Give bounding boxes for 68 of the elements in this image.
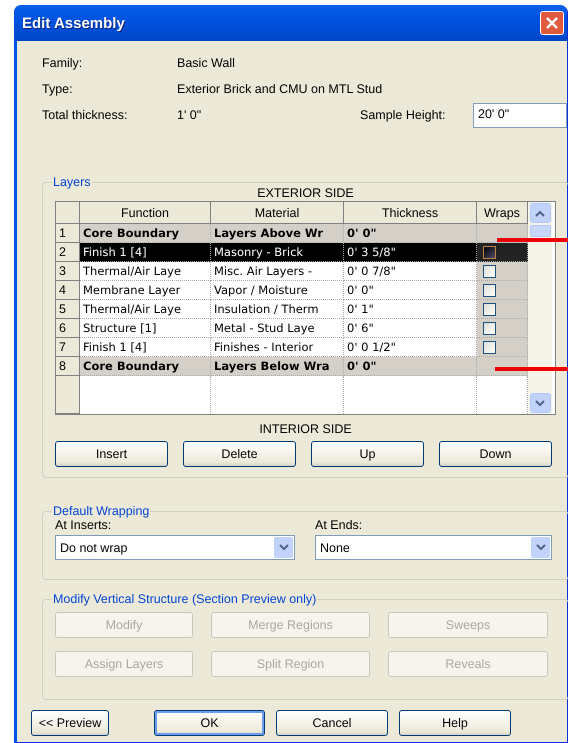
table-cell: Layers Above Wr	[211, 224, 344, 243]
dropdown-label: At Ends:	[315, 518, 364, 532]
row-header[interactable]	[56, 376, 80, 414]
wraps-checkbox[interactable]	[483, 246, 496, 258]
layer-button[interactable]: Delete	[183, 441, 296, 467]
dialog-button[interactable]: << Preview	[31, 710, 109, 736]
interior-side-caption: INTERIOR SIDE	[258, 422, 353, 436]
table-cell: Core Boundary	[80, 224, 211, 243]
column-header: Wraps	[477, 202, 528, 224]
row-number[interactable]: 8	[56, 357, 80, 376]
close-icon	[545, 16, 559, 30]
wraps-checkbox[interactable]	[483, 284, 496, 296]
table-cell: Thermal/Air Laye	[80, 300, 211, 319]
table-cell: Misc. Air Layers -	[211, 262, 344, 281]
row-number[interactable]: 5	[56, 300, 80, 319]
dropdown-value: None	[320, 540, 350, 554]
layer-button[interactable]: Down	[439, 441, 552, 467]
table-cell: Insulation / Therm	[211, 300, 344, 319]
table-cell: Core Boundary	[80, 357, 211, 376]
table-cell: 0' 0"	[344, 224, 477, 243]
property-label: Family:	[42, 56, 84, 70]
wraps-checkbox[interactable]	[483, 322, 496, 334]
wraps-checkbox[interactable]	[483, 264, 496, 278]
dialog-button[interactable]: Cancel	[276, 710, 388, 736]
scroll-thumb[interactable]	[530, 225, 550, 237]
property-value: Exterior Brick and CMU on MTL Stud	[177, 82, 384, 96]
table-cell: 0' 0"	[344, 357, 477, 376]
group-title: Default Wrapping	[52, 504, 150, 518]
wraps-checkbox[interactable]	[483, 340, 496, 354]
dropdown[interactable]: None	[315, 535, 552, 560]
property-label: Total thickness:	[42, 108, 128, 122]
group-title: Modify Vertical Structure (Section Preview only)	[52, 592, 318, 606]
property-value: Basic Wall	[177, 56, 236, 70]
row-number[interactable]: 7	[56, 338, 80, 357]
table-cell: Metal - Stud Laye	[211, 319, 344, 338]
table-cell: Thermal/Air Laye	[80, 262, 211, 281]
sample-height-field[interactable]: 20' 0"	[473, 102, 567, 128]
exterior-side-caption: EXTERIOR SIDE	[256, 186, 355, 200]
window-title: Edit Assembly	[22, 14, 125, 32]
table-cell: Structure [1]	[80, 319, 211, 338]
dialog-button[interactable]: OK	[154, 710, 265, 736]
layer-button[interactable]: Up	[311, 441, 424, 467]
row-number[interactable]: 4	[56, 281, 80, 300]
column-header: Function	[80, 202, 211, 224]
column-header: Material	[211, 202, 344, 224]
group-title: Layers	[52, 175, 92, 189]
column-header: Thickness	[344, 202, 477, 224]
property-label: Type:	[42, 82, 74, 96]
scrollbar[interactable]	[528, 202, 552, 414]
row-number[interactable]: 6	[56, 319, 80, 338]
row-number[interactable]: 2	[56, 243, 80, 262]
table-cell: Vapor / Moisture	[211, 281, 344, 300]
table-cell: Membrane Layer	[80, 281, 211, 300]
row-number[interactable]: 1	[56, 224, 80, 243]
dropdown-value: Do not wrap	[60, 540, 128, 554]
table-cell: Masonry - Brick	[211, 243, 344, 262]
dialog-button[interactable]: Help	[399, 710, 511, 736]
table-cell: 0' 3 5/8"	[344, 243, 477, 262]
sample-height-label: Sample Height:	[360, 108, 446, 122]
layer-button[interactable]: Insert	[55, 441, 168, 467]
dropdown-label: At Inserts:	[55, 518, 112, 532]
table-cell: Finish 1 [4]	[80, 243, 211, 262]
table-cell: Layers Below Wra	[211, 357, 344, 376]
close-button[interactable]	[540, 11, 564, 35]
dropdown[interactable]: Do not wrap	[55, 535, 295, 560]
row-number[interactable]: 3	[56, 262, 80, 281]
wraps-checkbox[interactable]	[483, 302, 496, 316]
property-value: 1' 0"	[177, 108, 202, 122]
